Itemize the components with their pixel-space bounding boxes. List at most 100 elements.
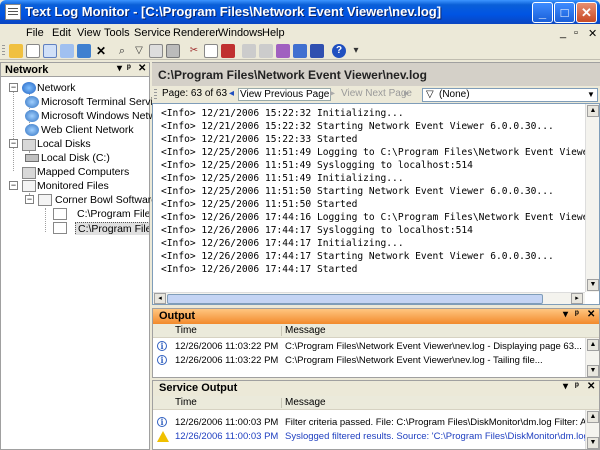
log-horizontal-scrollbar[interactable]: ◂ ▸ xyxy=(153,292,585,304)
menu-help[interactable]: Help xyxy=(262,27,285,39)
scroll-up-icon[interactable]: ▲ xyxy=(587,339,599,351)
log-viewer[interactable]: <Info> 12/21/2006 15:22:32 Initializing.… xyxy=(152,103,600,305)
menu-edit[interactable]: Edit xyxy=(52,27,71,39)
service-stop-icon[interactable] xyxy=(293,44,307,58)
close-button[interactable]: ✕ xyxy=(576,2,597,23)
menu-renderer[interactable]: Renderer xyxy=(173,27,219,39)
menu-file[interactable]: File xyxy=(26,27,44,39)
row-message: C:\Program Files\Network Event Viewer\ne… xyxy=(285,341,582,352)
chevron-down-icon[interactable]: ▼ xyxy=(586,90,596,100)
service-disabled-icon[interactable] xyxy=(242,44,256,58)
column-time[interactable]: Time xyxy=(175,325,197,336)
expand-collapse-icon[interactable]: − xyxy=(25,195,34,204)
toolbar-grip[interactable] xyxy=(154,89,157,101)
scroll-down-icon[interactable]: ▼ xyxy=(587,437,599,449)
tree-node-nev-file[interactable]: C:\Program Files\Ne xyxy=(53,221,149,235)
tree-node-corner-bowl[interactable]: − Corner Bowl Software xyxy=(25,193,157,207)
service-start-icon[interactable] xyxy=(276,44,290,58)
tree-node-local-disk-c[interactable]: Local Disk (C:) xyxy=(25,151,149,165)
log-line: <Info> 12/26/2006 17:44:16 Logging to C:… xyxy=(161,212,600,223)
menu-tools[interactable]: Tools xyxy=(104,27,130,39)
service-output-row[interactable]: 12/26/2006 11:00:03 PM Syslogged filtere… xyxy=(153,431,599,443)
scroll-up-icon[interactable]: ▲ xyxy=(587,105,599,117)
filter-icon[interactable]: ▽ xyxy=(132,44,146,58)
output-scrollbar[interactable]: ▲ ▼ xyxy=(585,338,599,377)
pane-dropdown-icon[interactable]: ▾ xyxy=(563,381,568,392)
scroll-left-icon[interactable]: ◂ xyxy=(154,293,166,304)
scroll-down-icon[interactable]: ▼ xyxy=(587,365,599,377)
computer-icon xyxy=(22,167,36,179)
output-row[interactable]: i 12/26/2006 11:03:22 PM C:\Program File… xyxy=(153,355,599,367)
pane-pin-icon[interactable]: ᵖ xyxy=(575,309,579,320)
horizontal-scroll-thumb[interactable] xyxy=(167,294,543,304)
tree-node-network[interactable]: − Network xyxy=(9,81,149,95)
mdi-restore-icon[interactable]: ▫ xyxy=(574,27,578,39)
pane-close-icon[interactable]: ✕ xyxy=(138,63,146,74)
service-disabled-2-icon[interactable] xyxy=(259,44,273,58)
expand-collapse-icon[interactable]: − xyxy=(9,83,18,92)
tree-node-windows-network[interactable]: Microsoft Windows Network xyxy=(25,109,171,123)
output-row[interactable]: i 12/26/2006 11:03:22 PM C:\Program File… xyxy=(153,341,599,353)
service-output-scrollbar[interactable]: ▲ ▼ xyxy=(585,410,599,449)
tree-node-terminal-services[interactable]: Microsoft Terminal Services xyxy=(25,95,169,109)
pane-close-icon[interactable]: ✕ xyxy=(587,381,595,392)
toolbar-grip[interactable] xyxy=(2,45,5,57)
print-preview-icon[interactable] xyxy=(149,44,163,58)
pane-dropdown-icon[interactable]: ▾ xyxy=(563,309,568,320)
tree-node-web-client[interactable]: Web Client Network xyxy=(25,123,149,137)
mdi-close-icon[interactable]: ✕ xyxy=(588,27,597,40)
view-next-page-button[interactable]: View Next Page xyxy=(341,88,412,99)
scroll-right-icon[interactable]: ▸ xyxy=(571,293,583,304)
delete-icon[interactable]: ✕ xyxy=(94,44,108,58)
menu-view[interactable]: View xyxy=(77,27,101,39)
pane-dropdown-icon[interactable]: ▾ xyxy=(117,63,122,74)
log-vertical-scrollbar[interactable]: ▲ ▼ xyxy=(585,104,599,292)
new-file-icon[interactable] xyxy=(26,44,40,58)
expand-collapse-icon[interactable]: − xyxy=(9,139,18,148)
pane-pin-icon[interactable]: ᵖ xyxy=(575,381,579,392)
next-page-icon[interactable]: ▸ xyxy=(330,88,335,99)
tree-node-diskmonitor-file[interactable]: C:\Program Files\Dis xyxy=(53,207,149,221)
log-file-icon xyxy=(53,222,67,234)
tools-icon[interactable]: ✂ xyxy=(187,44,201,58)
mdi-minimize-icon[interactable]: _ xyxy=(560,27,566,39)
pane-close-icon[interactable]: ✕ xyxy=(587,309,595,320)
binoculars-icon[interactable]: ⌕ xyxy=(115,44,129,58)
tree-node-local-disks[interactable]: − Local Disks xyxy=(9,137,149,151)
minimize-button[interactable]: _ xyxy=(532,2,553,23)
menu-windows[interactable]: Windows xyxy=(218,27,263,39)
tree-label: Microsoft Terminal Services xyxy=(41,96,170,108)
view-previous-page-button[interactable]: View Previous Page xyxy=(238,88,332,101)
help-icon[interactable]: ? xyxy=(332,44,346,58)
service-output-row[interactable]: i 12/26/2006 11:00:03 PM Filter criteria… xyxy=(153,417,599,429)
service-output-pane-header[interactable]: Service Output ▾ ᵖ ✕ xyxy=(153,381,599,396)
network-pane-header: Network ▾ ᵖ ✕ xyxy=(1,63,149,77)
output-pane-header[interactable]: Output ▾ ᵖ ✕ xyxy=(153,309,599,324)
maximize-button[interactable]: □ xyxy=(554,2,575,23)
menu-service[interactable]: Service xyxy=(134,27,171,39)
scroll-up-icon[interactable]: ▲ xyxy=(587,411,599,423)
open-folder-icon[interactable] xyxy=(9,44,23,58)
pane-pin-icon[interactable]: ᵖ xyxy=(127,63,131,74)
tree-node-mapped-computers[interactable]: Mapped Computers xyxy=(9,165,149,179)
column-time[interactable]: Time xyxy=(175,397,197,408)
page-indicator: Page: 63 of 63 xyxy=(162,88,228,99)
expand-collapse-icon[interactable]: − xyxy=(9,181,18,190)
print-icon[interactable] xyxy=(166,44,180,58)
filter-select[interactable]: ▽ (None) ▼ xyxy=(422,88,598,102)
column-message[interactable]: Message xyxy=(285,325,326,336)
previous-page-icon[interactable]: ◂ xyxy=(229,88,234,99)
computer-icon[interactable] xyxy=(77,44,91,58)
tree-node-monitored-files[interactable]: − Monitored Files xyxy=(9,179,149,193)
toolbar-overflow-icon[interactable]: ▾ xyxy=(349,44,363,58)
service-config-icon[interactable] xyxy=(310,44,324,58)
stop-icon[interactable] xyxy=(221,44,235,58)
title-bar[interactable]: Text Log Monitor - [C:\Program Files\Net… xyxy=(0,0,600,24)
network-file-icon[interactable] xyxy=(43,44,57,58)
column-message[interactable]: Message xyxy=(285,397,326,408)
monitor-icon[interactable] xyxy=(60,44,74,58)
scroll-down-icon[interactable]: ▼ xyxy=(587,279,599,291)
next-page-dropdown-icon[interactable]: ▸ xyxy=(404,88,409,99)
app-icon[interactable] xyxy=(5,4,21,20)
document-icon[interactable] xyxy=(204,44,218,58)
